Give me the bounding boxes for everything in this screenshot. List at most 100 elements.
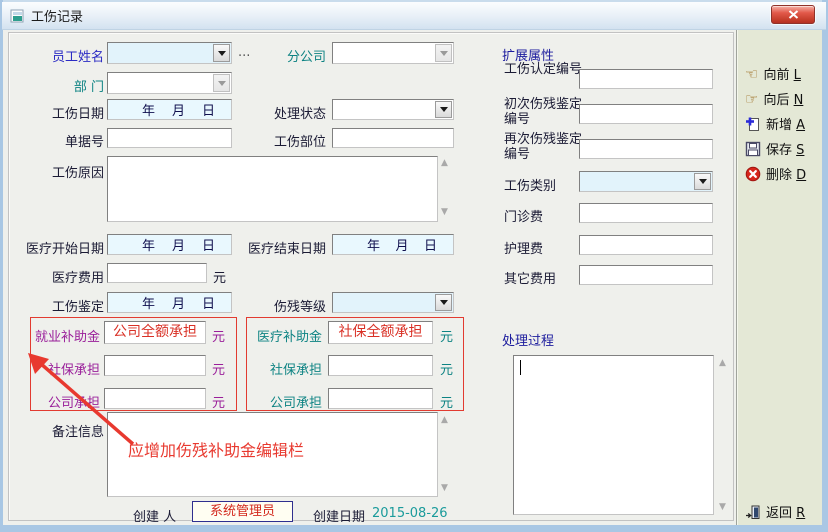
medical-start-date-field[interactable]: 年 月 日 bbox=[107, 234, 232, 255]
date-mask-month: 月 bbox=[172, 235, 185, 254]
injury-category-combobox[interactable] bbox=[579, 171, 713, 192]
employment-subsidy-input[interactable]: 公司全额承担 bbox=[104, 321, 206, 344]
re-assessment-no-label: 再次伤残鉴定编号 bbox=[504, 132, 584, 162]
employment-subsidy-label: 就业补助金 bbox=[32, 326, 100, 345]
exit-door-icon bbox=[745, 504, 761, 520]
delete-button[interactable]: 删除 D bbox=[745, 164, 806, 183]
date-mask-year: 年 bbox=[142, 235, 155, 254]
medical-fee-label: 医疗费用 bbox=[36, 267, 104, 286]
branch-combobox[interactable] bbox=[332, 42, 454, 64]
nursing-fee-label: 护理费 bbox=[504, 238, 543, 257]
chevron-down-icon[interactable] bbox=[213, 74, 230, 92]
medical-end-date-field[interactable]: 年 月 日 bbox=[332, 234, 454, 255]
assessment-label: 工伤鉴定 bbox=[36, 296, 104, 315]
injury-cert-no-label: 工伤认定编号 bbox=[504, 62, 584, 77]
department-combobox[interactable] bbox=[107, 72, 232, 94]
status-label: 处理状态 bbox=[262, 103, 326, 122]
scroll-up-icon[interactable]: ▲ bbox=[441, 415, 448, 425]
unit-yuan: 元 bbox=[440, 359, 453, 378]
chevron-down-icon[interactable] bbox=[435, 44, 452, 62]
social-share-label: 社保承担 bbox=[250, 359, 322, 378]
save-button[interactable]: 保存 S bbox=[745, 139, 804, 158]
close-button[interactable] bbox=[771, 5, 815, 24]
add-button[interactable]: 新增 A bbox=[745, 114, 805, 133]
date-mask-day: 日 bbox=[202, 100, 215, 119]
unit-yuan: 元 bbox=[212, 326, 225, 345]
floppy-icon bbox=[745, 141, 761, 157]
chevron-down-icon[interactable] bbox=[435, 101, 452, 118]
window-icon bbox=[10, 9, 24, 23]
unit-yuan: 元 bbox=[440, 392, 453, 411]
scroll-down-icon[interactable]: ▼ bbox=[441, 483, 448, 493]
action-toolbar: ☜ 向前 L ☞ 向后 N 新增 A 保存 S 删除 D bbox=[736, 30, 822, 525]
department-label: 部 门 bbox=[36, 76, 104, 95]
scroll-up-icon[interactable]: ▲ bbox=[441, 158, 448, 168]
text-caret bbox=[520, 360, 521, 375]
employee-name-combobox[interactable] bbox=[107, 42, 232, 64]
date-mask-year: 年 bbox=[142, 293, 155, 312]
chevron-down-icon[interactable] bbox=[694, 173, 711, 190]
assessment-date-field[interactable]: 年 月 日 bbox=[107, 292, 232, 313]
company-share-input[interactable] bbox=[328, 388, 433, 409]
close-icon bbox=[788, 10, 799, 19]
back-button[interactable]: 返回 R bbox=[745, 502, 805, 521]
creator-value: 系统管理员 bbox=[192, 501, 293, 522]
first-assessment-no-label: 初次伤残鉴定编号 bbox=[504, 97, 584, 127]
medical-end-label: 医疗结束日期 bbox=[240, 238, 326, 257]
other-fee-input[interactable] bbox=[579, 265, 713, 285]
doc-no-label: 单据号 bbox=[36, 131, 104, 150]
doc-no-input[interactable] bbox=[107, 128, 232, 148]
date-mask-month: 月 bbox=[172, 100, 185, 119]
outpatient-fee-input[interactable] bbox=[579, 203, 713, 223]
forward-button[interactable]: ☜ 向前 L bbox=[745, 64, 801, 83]
medical-fee-input[interactable] bbox=[107, 263, 207, 283]
hand-point-left-icon: ☜ bbox=[745, 67, 758, 81]
work-injury-record-window: 工伤记录 员工姓名 ... 分公司 部 门 工伤日期 年 月 日 处理状态 单据… bbox=[0, 0, 828, 532]
date-mask-month: 月 bbox=[172, 293, 185, 312]
first-assessment-no-input[interactable] bbox=[579, 104, 713, 124]
chevron-down-icon[interactable] bbox=[213, 44, 230, 62]
medical-fee-unit: 元 bbox=[213, 267, 226, 286]
creator-label: 创建 人 bbox=[133, 506, 176, 525]
status-combobox[interactable] bbox=[332, 99, 454, 120]
outpatient-fee-label: 门诊费 bbox=[504, 206, 543, 225]
scroll-up-icon[interactable]: ▲ bbox=[719, 358, 726, 368]
annotation-arrow bbox=[18, 346, 143, 451]
new-page-icon bbox=[745, 116, 761, 132]
cause-textarea[interactable] bbox=[107, 156, 438, 222]
injury-cert-no-input[interactable] bbox=[579, 69, 713, 89]
date-mask-day: 日 bbox=[202, 235, 215, 254]
disability-level-label: 伤残等级 bbox=[262, 296, 326, 315]
medical-subsidy-input[interactable]: 社保全额承担 bbox=[328, 321, 433, 344]
backward-button[interactable]: ☞ 向后 N bbox=[745, 89, 803, 108]
process-textarea[interactable] bbox=[513, 355, 714, 515]
disability-level-combobox[interactable] bbox=[332, 292, 454, 313]
remarks-annotation: 应增加伤残补助金编辑栏 bbox=[128, 437, 304, 461]
browse-button[interactable]: ... bbox=[238, 45, 250, 60]
branch-label: 分公司 bbox=[262, 46, 326, 65]
unit-yuan: 元 bbox=[440, 326, 453, 345]
other-fee-label: 其它费用 bbox=[504, 268, 556, 287]
created-date-value: 2015-08-26 bbox=[372, 506, 448, 521]
remarks-textarea[interactable]: 应增加伤残补助金编辑栏 bbox=[107, 412, 438, 497]
re-assessment-no-input[interactable] bbox=[579, 139, 713, 159]
date-mask-day: 日 bbox=[424, 235, 437, 254]
cause-label: 工伤原因 bbox=[36, 162, 104, 181]
medical-start-label: 医疗开始日期 bbox=[18, 238, 104, 257]
social-share-input[interactable] bbox=[328, 355, 433, 376]
delete-circle-icon bbox=[745, 166, 761, 182]
nursing-fee-input[interactable] bbox=[579, 235, 713, 255]
scroll-down-icon[interactable]: ▼ bbox=[719, 502, 726, 512]
date-mask-day: 日 bbox=[202, 293, 215, 312]
scroll-down-icon[interactable]: ▼ bbox=[441, 207, 448, 217]
injury-date-label: 工伤日期 bbox=[36, 103, 104, 122]
injury-date-field[interactable]: 年 月 日 bbox=[107, 99, 232, 120]
date-mask-month: 月 bbox=[395, 235, 408, 254]
process-label: 处理过程 bbox=[502, 330, 554, 349]
chevron-down-icon[interactable] bbox=[435, 294, 452, 311]
medical-subsidy-label: 医疗补助金 bbox=[250, 326, 322, 345]
employee-name-label: 员工姓名 bbox=[36, 46, 104, 65]
injury-category-label: 工伤类别 bbox=[504, 175, 556, 194]
injury-part-input[interactable] bbox=[332, 128, 454, 148]
injury-part-label: 工伤部位 bbox=[262, 131, 326, 150]
